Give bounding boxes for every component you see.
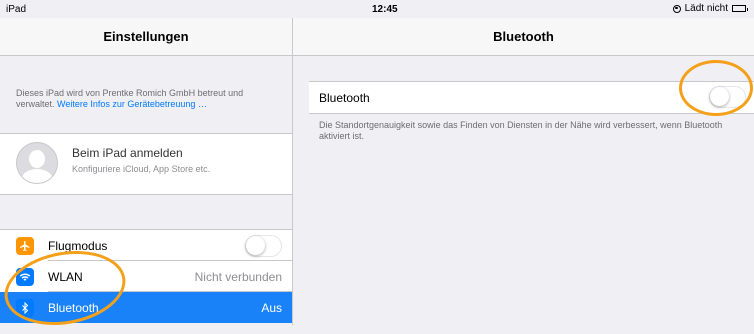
status-time: 12:45 <box>372 4 398 15</box>
bluetooth-detail-panel: Bluetooth Bluetooth Die Standortgenauigk… <box>293 18 754 325</box>
status-bar: iPad 12:45 Lädt nicht <box>0 0 754 18</box>
sidebar-item-bluetooth[interactable]: Bluetooth Aus <box>0 292 292 323</box>
bluetooth-status: Aus <box>261 300 282 315</box>
charging-status: Lädt nicht <box>684 3 728 14</box>
bluetooth-icon <box>16 299 34 317</box>
supervision-link[interactable]: Weitere Infos zur Gerätebetreuung … <box>57 99 207 109</box>
sidebar-title: Einstellungen <box>0 18 292 56</box>
bluetooth-toggle[interactable] <box>709 86 746 108</box>
sidebar-item-label: WLAN <box>48 269 83 284</box>
bluetooth-row-label: Bluetooth <box>319 91 370 105</box>
settings-sidebar: Einstellungen Dieses iPad wird von Prent… <box>0 18 293 325</box>
sidebar-item-flugmodus[interactable]: Flugmodus <box>0 230 292 261</box>
page-title: Bluetooth <box>293 18 754 56</box>
settings-list: Flugmodus WLAN Nicht verbunden Bluetooth… <box>0 229 292 323</box>
sidebar-item-wlan[interactable]: WLAN Nicht verbunden <box>0 261 292 292</box>
avatar-icon <box>16 142 58 184</box>
wlan-status: Nicht verbunden <box>194 269 282 284</box>
status-right: Lädt nicht <box>672 3 748 14</box>
account-signin-row[interactable]: Beim iPad anmelden Konfiguriere iCloud, … <box>0 133 292 195</box>
battery-icon <box>732 5 748 12</box>
supervision-note: Dieses iPad wird von Prentke Romich GmbH… <box>16 88 284 110</box>
sidebar-item-label: Flugmodus <box>48 238 108 253</box>
wifi-icon <box>16 268 34 286</box>
account-title: Beim iPad anmelden <box>72 146 183 160</box>
airplane-mode-toggle[interactable] <box>245 235 282 257</box>
airplane-icon <box>16 237 34 255</box>
device-name: iPad <box>6 4 27 15</box>
bluetooth-row: Bluetooth <box>309 81 754 114</box>
bluetooth-footer-note: Die Standortgenauigkeit sowie das Finden… <box>319 120 723 141</box>
rotation-lock-icon <box>672 4 681 13</box>
account-subtitle: Konfiguriere iCloud, App Store etc. <box>72 164 211 174</box>
sidebar-item-label: Bluetooth <box>48 300 99 315</box>
